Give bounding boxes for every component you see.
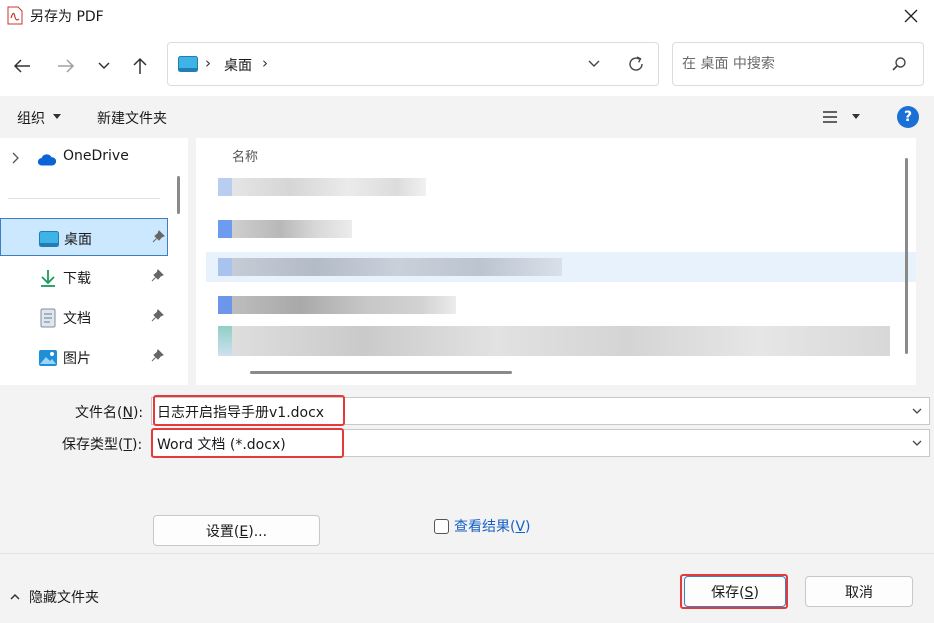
save-button[interactable]: 保存(S) [684, 576, 786, 607]
breadcrumb-separator: › [205, 54, 211, 72]
redacted-file-name [232, 326, 890, 356]
command-bar: 组织 新建文件夹 ? [0, 96, 934, 138]
dialog-footer: 隐藏文件夹 保存(S) 取消 [0, 553, 934, 623]
pdf-file-icon [7, 6, 23, 25]
organize-button[interactable]: 组织 [17, 108, 45, 128]
redacted-file-name [232, 178, 426, 196]
address-bar[interactable]: › 桌面 › [167, 42, 659, 86]
chevron-down-icon[interactable] [911, 437, 923, 449]
desktop-folder-icon [178, 56, 198, 72]
column-header-name[interactable]: 名称 [232, 146, 258, 165]
back-button[interactable] [8, 52, 36, 80]
chevron-down-icon [98, 62, 110, 70]
filetype-value: Word 文档 (*.docx) [157, 437, 286, 453]
arrow-left-icon [13, 59, 30, 73]
hide-folders-toggle[interactable]: 隐藏文件夹 [9, 587, 99, 607]
navigation-bar: › 桌面 › [0, 32, 934, 96]
sidebar-scrollbar[interactable] [177, 176, 180, 214]
download-arrow-icon [41, 270, 55, 287]
sidebar-item-label: 图片 [63, 351, 91, 367]
forward-button[interactable] [52, 52, 80, 80]
sidebar-item-downloads[interactable]: 下载 [0, 258, 168, 296]
search-icon[interactable] [891, 56, 907, 72]
list-item[interactable] [214, 220, 352, 238]
filetype-label: 保存类型(T): [62, 437, 143, 453]
sidebar-item-label: 文档 [63, 311, 91, 327]
search-input[interactable] [682, 53, 882, 75]
desktop-folder-icon [39, 231, 59, 247]
close-icon [904, 9, 918, 23]
list-item[interactable] [214, 178, 426, 196]
arrow-right-icon [58, 59, 75, 73]
navigation-pane: OneDrive 桌面 下载 文档 图片 [0, 138, 188, 385]
sidebar-item-documents[interactable]: 文档 [0, 298, 168, 336]
sidebar-item-onedrive[interactable]: OneDrive [0, 138, 168, 176]
sidebar-divider [8, 198, 160, 199]
file-type-icon [218, 326, 232, 356]
breadcrumb-separator[interactable]: › [262, 54, 268, 72]
caret-down-icon[interactable] [53, 114, 61, 119]
view-results-option[interactable]: 查看结果(V) [434, 516, 531, 536]
sidebar-item-desktop[interactable]: 桌面 [0, 218, 168, 256]
filename-value[interactable]: 日志开启指导手册v1.docx [157, 402, 324, 422]
file-type-icon [218, 178, 232, 196]
sidebar-item-label: OneDrive [63, 148, 129, 164]
filetype-select[interactable]: Word 文档 (*.docx) [151, 429, 930, 457]
filename-label: 文件名(N): [75, 405, 144, 421]
pin-icon[interactable] [151, 269, 164, 282]
list-item[interactable] [214, 326, 890, 356]
recent-locations-button[interactable] [90, 52, 118, 80]
hide-folders-label: 隐藏文件夹 [29, 590, 99, 606]
arrow-up-icon [133, 57, 147, 74]
pin-icon[interactable] [152, 230, 165, 243]
file-list: 名称 [196, 138, 916, 385]
sidebar-item-label: 下载 [63, 271, 91, 287]
new-folder-button[interactable]: 新建文件夹 [97, 108, 167, 128]
chevron-down-icon[interactable] [586, 55, 602, 71]
close-button[interactable] [888, 0, 934, 32]
sidebar-item-label: 桌面 [64, 232, 92, 248]
list-item[interactable] [206, 252, 916, 282]
up-button[interactable] [126, 52, 154, 80]
file-list-horizontal-scrollbar[interactable] [250, 371, 512, 374]
chevron-down-icon[interactable] [911, 405, 923, 417]
picture-icon [39, 350, 57, 366]
document-icon [40, 308, 56, 328]
view-results-label[interactable]: 查看结果(V) [454, 516, 531, 536]
list-view-icon[interactable] [822, 110, 838, 124]
redacted-file-name [232, 258, 562, 276]
caret-down-icon[interactable] [852, 114, 860, 119]
help-button[interactable]: ? [897, 106, 919, 128]
chevron-up-icon [10, 593, 20, 600]
refresh-icon[interactable] [626, 54, 646, 74]
file-type-icon [218, 220, 232, 238]
pin-icon[interactable] [151, 309, 164, 322]
cancel-button[interactable]: 取消 [805, 576, 913, 607]
window-title: 另存为 PDF [30, 9, 104, 25]
file-type-icon [218, 258, 232, 276]
pin-icon[interactable] [151, 349, 164, 362]
redacted-file-name [232, 220, 352, 238]
file-list-vertical-scrollbar[interactable] [905, 158, 908, 354]
redacted-file-name [232, 296, 456, 314]
onedrive-cloud-icon [37, 154, 57, 166]
title-bar: 另存为 PDF [0, 0, 934, 32]
search-box[interactable] [672, 42, 924, 86]
breadcrumb-desktop[interactable]: 桌面 [224, 55, 252, 75]
filename-field[interactable]: 日志开启指导手册v1.docx [151, 397, 930, 425]
settings-button[interactable]: 设置(E)... [153, 515, 320, 546]
view-results-checkbox[interactable] [434, 518, 449, 534]
chevron-right-icon[interactable] [11, 152, 19, 164]
sidebar-item-pictures[interactable]: 图片 [0, 338, 168, 376]
save-options: 文件名(N): 日志开启指导手册v1.docx 保存类型(T): Word 文档… [0, 385, 934, 553]
list-item[interactable] [214, 296, 456, 314]
file-type-icon [218, 296, 232, 314]
